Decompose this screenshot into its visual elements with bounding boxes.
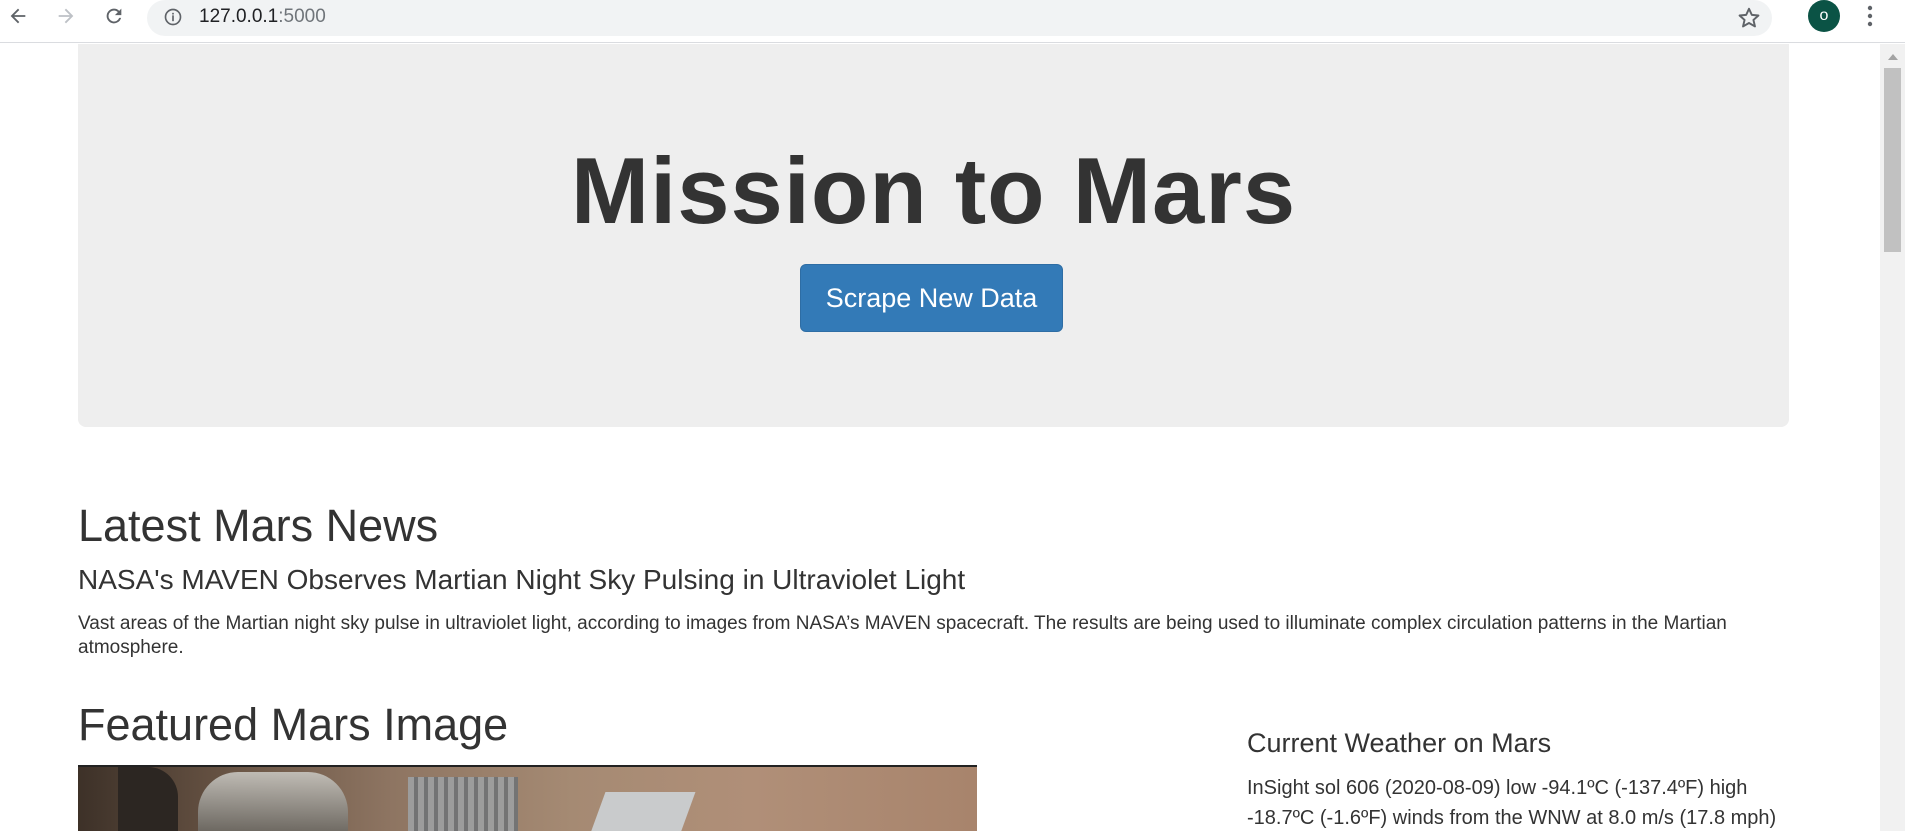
reload-icon: [106, 8, 122, 24]
scrape-new-data-button[interactable]: Scrape New Data: [800, 264, 1063, 332]
scroll-thumb[interactable]: [1884, 68, 1901, 252]
profile-avatar[interactable]: o: [1808, 0, 1840, 32]
weather-text: InSight sol 606 (2020-08-09) low -94.1ºC…: [1247, 777, 1777, 829]
kebab-menu-icon: [1867, 5, 1873, 27]
back-button[interactable]: [0, 0, 36, 32]
browser-menu-button[interactable]: [1860, 0, 1880, 32]
url-host: 127.0.0.1: [199, 6, 279, 27]
news-paragraph: Vast areas of the Martian night sky puls…: [78, 613, 1727, 658]
triangle-up-icon: [1887, 54, 1898, 60]
image-detail: [408, 777, 518, 831]
arrow-left-icon: [10, 8, 26, 24]
vertical-scrollbar[interactable]: [1880, 44, 1905, 831]
news-title: NASA's MAVEN Observes Martian Night Sky …: [78, 564, 966, 595]
weather-heading: Current Weather on Mars: [1247, 728, 1552, 758]
page-title: Mission to Mars: [570, 138, 1297, 243]
url-port: :5000: [278, 6, 326, 27]
image-detail: [118, 767, 178, 831]
latest-news-heading: Latest Mars News: [78, 500, 439, 551]
featured-mars-image[interactable]: [78, 765, 977, 831]
arrow-right-icon: [58, 8, 74, 24]
image-detail: [590, 792, 696, 831]
star-icon[interactable]: [1736, 5, 1762, 31]
page-content: Mission to Mars Scrape New Data Latest M…: [0, 44, 1880, 831]
browser-toolbar: 127.0.0.1:5000 o: [0, 0, 1905, 43]
featured-image-heading: Featured Mars Image: [78, 699, 509, 750]
reload-button[interactable]: [96, 0, 132, 32]
scroll-up-button[interactable]: [1880, 50, 1905, 64]
jumbotron: Mission to Mars Scrape New Data: [78, 44, 1789, 427]
info-icon[interactable]: [163, 7, 183, 27]
image-detail: [198, 772, 348, 831]
address-bar[interactable]: 127.0.0.1:5000: [147, 0, 1772, 36]
forward-button[interactable]: [48, 0, 84, 32]
url-text[interactable]: 127.0.0.1:5000: [199, 6, 326, 28]
